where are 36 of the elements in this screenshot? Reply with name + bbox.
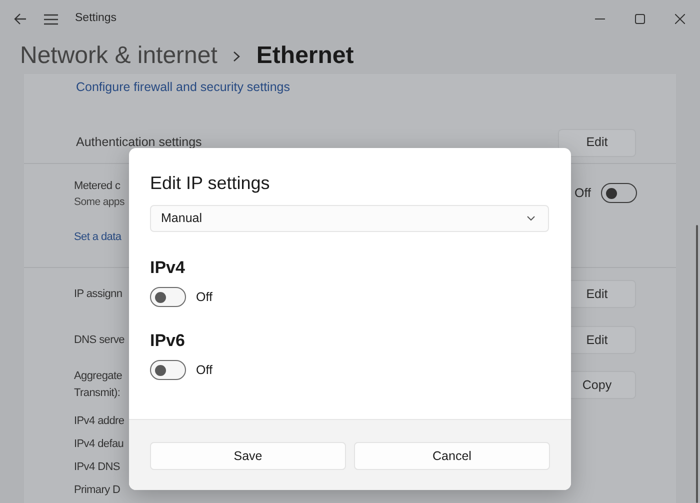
close-icon[interactable] bbox=[675, 14, 685, 24]
dropdown[interactable]: Manual bbox=[150, 205, 549, 232]
maximize-icon[interactable] bbox=[635, 14, 645, 24]
setting-label: Metered c bbox=[74, 178, 122, 194]
setting-label: IPv4 defau bbox=[74, 437, 124, 452]
dialog-button[interactable]: Save bbox=[150, 442, 346, 470]
minimize-icon[interactable] bbox=[595, 18, 605, 20]
setting-label: Transmit): bbox=[74, 386, 122, 401]
setting-description: Some apps bbox=[74, 194, 124, 208]
chevron-down-icon bbox=[527, 216, 535, 221]
breadcrumb-item: Ethernet bbox=[256, 41, 354, 71]
toggle-switch[interactable] bbox=[601, 183, 637, 203]
toggle-state-label: Off bbox=[196, 288, 212, 306]
toggle-state-label: Off bbox=[196, 362, 212, 379]
setting-label: IPv4 DNS bbox=[74, 460, 120, 475]
dialog-button[interactable]: Cancel bbox=[354, 442, 550, 470]
setting-label: Primary D bbox=[74, 483, 120, 498]
setting-label: Aggregate bbox=[74, 369, 122, 384]
back-arrow-icon[interactable] bbox=[14, 13, 27, 25]
settings-link[interactable]: Set a data bbox=[74, 229, 122, 246]
dialog-title: Edit IP settings bbox=[150, 172, 271, 194]
toggle-switch[interactable] bbox=[150, 287, 186, 307]
breadcrumb-item[interactable]: Network & internet bbox=[20, 38, 218, 74]
setting-label: IPv4 addre bbox=[74, 414, 124, 429]
setting-label: IP assignn bbox=[74, 286, 122, 302]
settings-link[interactable]: Configure firewall and security settings bbox=[76, 78, 290, 97]
section-heading: IPv4 bbox=[150, 258, 186, 278]
window-title: Settings bbox=[75, 11, 117, 26]
setting-label: DNS serve bbox=[74, 332, 124, 348]
menu-icon[interactable] bbox=[44, 14, 58, 24]
toggle-state-label: Off bbox=[574, 184, 591, 202]
toggle-switch[interactable] bbox=[150, 360, 186, 380]
edit-button[interactable]: Edit bbox=[558, 128, 636, 156]
setting-label: Authentication settings bbox=[76, 134, 202, 151]
section-heading: IPv6 bbox=[150, 331, 186, 351]
chevron-right-icon bbox=[233, 50, 240, 62]
